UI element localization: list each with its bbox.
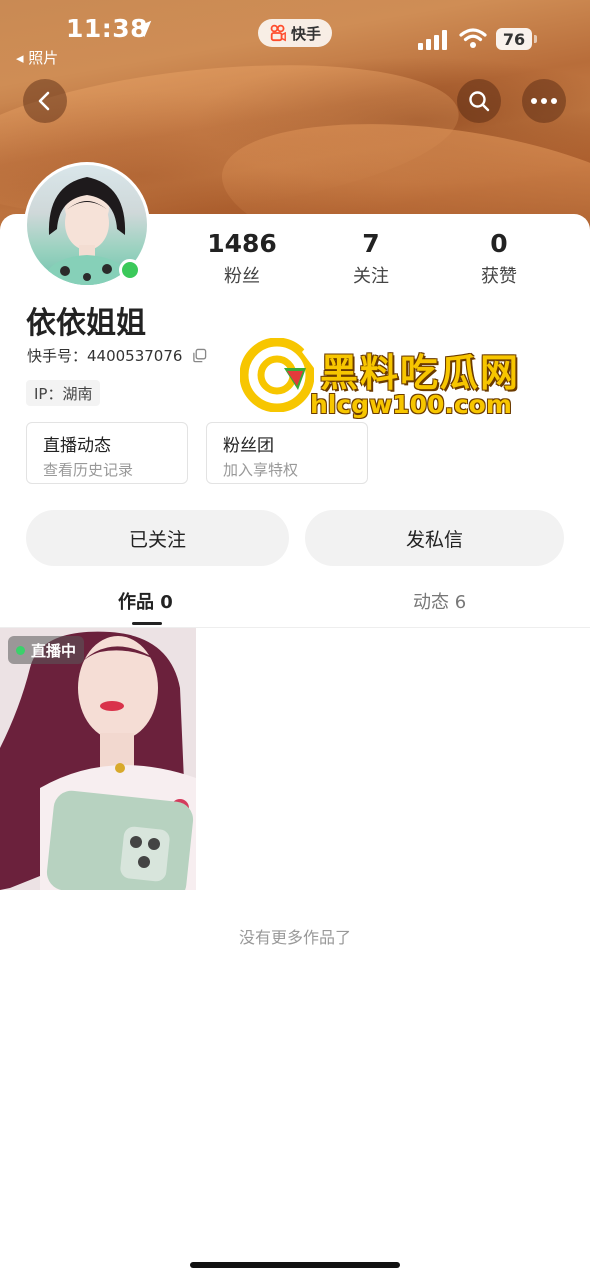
live-stream-thumbnail[interactable] <box>0 628 196 890</box>
stat-value: 0 <box>490 229 508 258</box>
active-tab-indicator <box>132 622 162 625</box>
watermark: 黑料吃瓜网 hlcgw100.com <box>240 338 540 424</box>
live-history-card[interactable]: 直播动态 查看历史记录 <box>26 422 188 484</box>
wifi-icon <box>459 28 487 48</box>
tab-works[interactable]: 作品 0 <box>118 588 173 614</box>
feature-title: 直播动态 <box>43 436 111 456</box>
more-dots-icon <box>531 98 557 104</box>
profile-tabs: 作品 0 动态 6 <box>0 578 590 628</box>
app-name: 快手 <box>290 24 321 43</box>
kuaishou-id-row[interactable]: 快手号：4400537076 <box>27 345 207 366</box>
location-arrow-icon <box>134 20 152 38</box>
back-button[interactable] <box>23 79 67 123</box>
battery-icon: 76 <box>496 28 538 50</box>
feature-subtitle: 查看历史记录 <box>43 461 134 479</box>
online-status-dot <box>119 259 141 281</box>
watermark-title: 黑料吃瓜网 <box>320 351 521 395</box>
home-indicator[interactable] <box>190 1262 400 1268</box>
ip-location-tag: IP：湖南 <box>26 380 101 406</box>
feature-subtitle: 加入享特权 <box>223 461 299 479</box>
live-badge-label: 直播中 <box>31 641 77 660</box>
stat-label: 获赞 <box>481 266 517 287</box>
stat-fans[interactable]: 1486 粉丝 <box>182 230 302 288</box>
stat-value: 1486 <box>207 229 277 258</box>
live-dot-icon <box>16 645 25 655</box>
kuaishou-icon <box>270 24 286 42</box>
chevron-left-icon <box>38 91 50 111</box>
followed-button[interactable]: 已关注 <box>26 510 289 566</box>
kuaishou-id: 快手号：4400537076 <box>27 347 183 365</box>
watermark-url: hlcgw100.com <box>310 390 512 419</box>
profile-name: 依依姐姐 <box>26 306 146 341</box>
search-icon <box>469 91 490 112</box>
watermark-logo-icon <box>240 338 314 412</box>
back-to-app-link[interactable]: ◂ 照片 <box>16 47 58 68</box>
status-bar: 11:38 ◂ 照片 快手 76 <box>0 0 590 67</box>
stat-likes[interactable]: 0 获赞 <box>439 230 559 288</box>
cellular-signal-icon <box>418 30 447 50</box>
live-badge: 直播中 <box>8 636 85 664</box>
thumbnail-image <box>0 628 196 890</box>
send-message-button[interactable]: 发私信 <box>305 510 564 566</box>
fan-club-card[interactable]: 粉丝团 加入享特权 <box>206 422 368 484</box>
more-options-button[interactable] <box>522 79 566 123</box>
battery-level: 76 <box>496 28 532 50</box>
no-more-works-text: 没有更多作品了 <box>238 928 351 947</box>
tab-moments[interactable]: 动态 6 <box>413 588 466 614</box>
stat-label: 粉丝 <box>224 266 260 287</box>
app-indicator-pill[interactable]: 快手 <box>258 19 332 47</box>
stat-label: 关注 <box>353 266 389 287</box>
copy-icon[interactable] <box>192 348 207 363</box>
search-button[interactable] <box>457 79 501 123</box>
feature-title: 粉丝团 <box>223 436 274 456</box>
stat-value: 7 <box>362 229 380 258</box>
stat-following[interactable]: 7 关注 <box>311 230 431 288</box>
